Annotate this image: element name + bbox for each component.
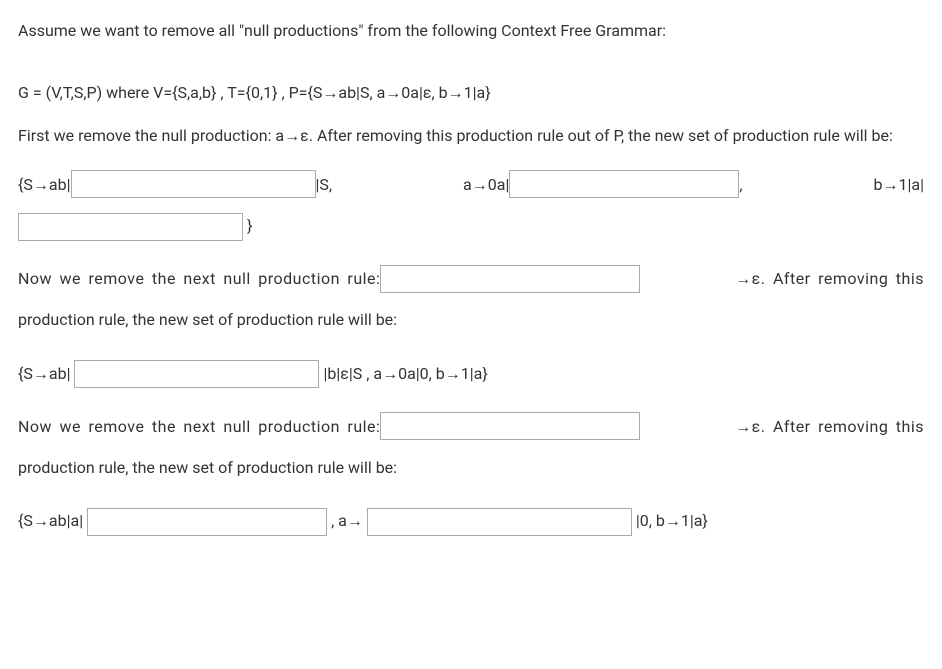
rule1-part3-prefix: b→1|a| bbox=[873, 167, 924, 202]
para3-text-a: Now we remove the next null production r… bbox=[18, 409, 380, 444]
rule1-input-3[interactable] bbox=[18, 213, 243, 241]
grammar-definition: G = (V,T,S,P) where V={S,a,b} , T={0,1} … bbox=[18, 80, 924, 106]
para2-text-b: →ε. After removing this bbox=[735, 261, 924, 296]
para3-text-c: production rule, the new set of producti… bbox=[18, 450, 924, 485]
paragraph-3-block: Now we remove the next null production r… bbox=[18, 409, 924, 485]
rule1-part1-prefix: {S→ab| bbox=[18, 167, 71, 202]
para2-text-c: production rule, the new set of producti… bbox=[18, 302, 924, 337]
intro-text: Assume we want to remove all "null produ… bbox=[18, 18, 924, 44]
rule2-prefix: {S→ab| bbox=[18, 364, 71, 383]
para2-text-a: Now we remove the next null production r… bbox=[18, 261, 380, 296]
paragraph-2-block: Now we remove the next null production r… bbox=[18, 261, 924, 337]
rule3-suffix: |0, b→1|a} bbox=[636, 511, 708, 530]
para2-input[interactable] bbox=[380, 265, 640, 293]
rule3-input-2[interactable] bbox=[367, 508, 632, 536]
para3-text-b: →ε. After removing this bbox=[735, 409, 924, 444]
production-rule-2: {S→ab| |b|ε|S , a→0a|0, b→1|a} bbox=[18, 356, 924, 391]
rule2-input-1[interactable] bbox=[74, 360, 319, 388]
production-rule-1: {S→ab| |S, a→0a| , b→1|a| } bbox=[18, 167, 924, 243]
rule3-input-1[interactable] bbox=[87, 508, 327, 536]
paragraph-1: First we remove the null production: a→ε… bbox=[18, 123, 924, 149]
rule1-input-1[interactable] bbox=[71, 170, 316, 198]
rule1-part2-prefix: a→0a| bbox=[463, 167, 509, 202]
rule3-prefix: {S→ab|a| bbox=[18, 511, 83, 530]
rule3-mid: , a→ bbox=[331, 511, 363, 530]
production-rule-3: {S→ab|a| , a→ |0, b→1|a} bbox=[18, 503, 924, 538]
rule1-part2-suffix: , bbox=[739, 167, 742, 202]
rule2-suffix: |b|ε|S , a→0a|0, b→1|a} bbox=[323, 364, 487, 383]
rule1-input-2[interactable] bbox=[509, 170, 739, 198]
para3-input[interactable] bbox=[380, 412, 640, 440]
rule1-part1-suffix: |S, bbox=[316, 167, 333, 202]
rule1-closing: } bbox=[247, 216, 252, 235]
